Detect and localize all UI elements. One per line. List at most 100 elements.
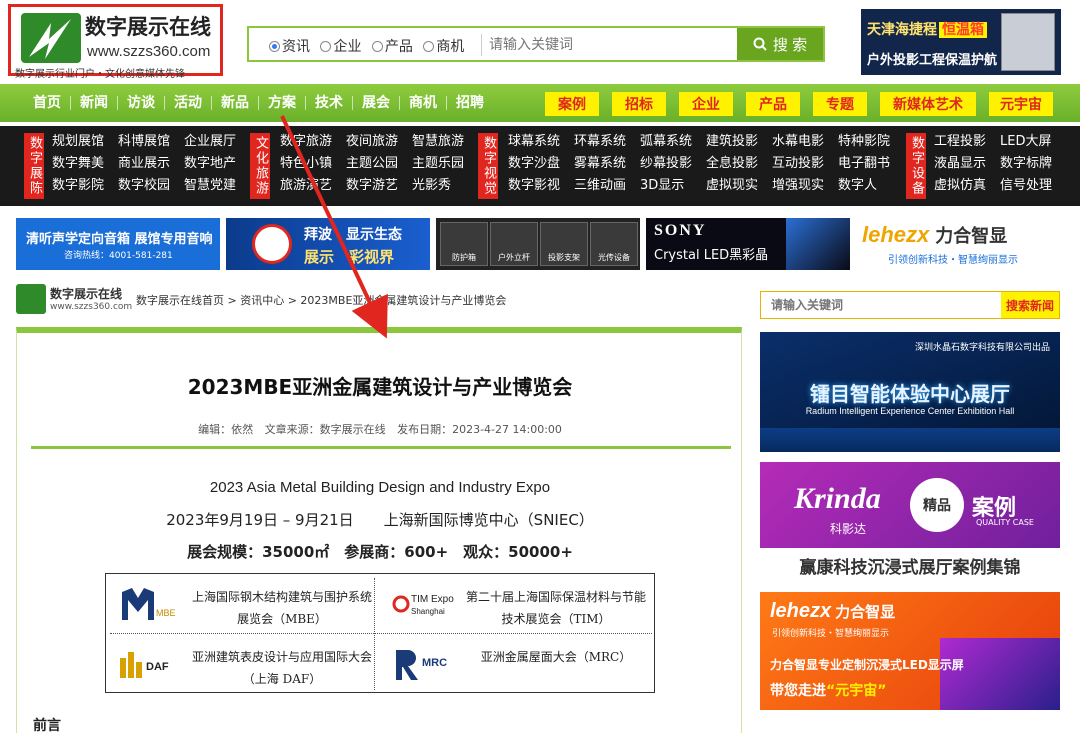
- sidebar-search-input[interactable]: [771, 296, 991, 314]
- sony-screen-image: [786, 218, 850, 270]
- cat-links-digital-visual: 球幕系统 环幕系统 弧幕系统 建筑投影 水幕电影 特种影院数字沙盘 雾幕系统 纱幕投影 全息投影…: [508, 133, 904, 195]
- category-link[interactable]: 纱幕投影: [640, 155, 706, 173]
- nav-hl-cases[interactable]: 案例: [545, 92, 599, 116]
- equip-outdoor-pole: 户外立杆: [490, 222, 538, 266]
- category-link[interactable]: 主题公园: [346, 155, 412, 173]
- nav-item[interactable]: 方案: [259, 96, 306, 110]
- category-link[interactable]: 主题乐园: [412, 155, 478, 173]
- nav-item[interactable]: 新品: [212, 96, 259, 110]
- logo-mark-icon: [16, 284, 46, 314]
- category-link[interactable]: 智慧党建: [184, 177, 250, 195]
- category-link[interactable]: 虚拟仿真: [934, 177, 1000, 195]
- nav-hl-company[interactable]: 企业: [679, 92, 733, 116]
- category-link[interactable]: 旅游演艺: [280, 177, 346, 195]
- search-option-business[interactable]: 商机: [423, 36, 464, 56]
- category-link[interactable]: 液晶显示: [934, 155, 1000, 173]
- category-link[interactable]: 夜间旅游: [346, 133, 412, 151]
- nav-item[interactable]: 访谈: [118, 96, 165, 110]
- category-link[interactable]: 数字旅游: [280, 133, 346, 151]
- category-link[interactable]: 商业展示: [118, 155, 184, 173]
- search-option-product[interactable]: 产品: [371, 36, 413, 56]
- category-link[interactable]: 智慧旅游: [412, 133, 478, 151]
- category-link[interactable]: 弧幕系统: [640, 133, 706, 151]
- site-logo[interactable]: 数字展示在线 www.szzs360.com 数字展示行业门户・文化创意媒体先锋: [8, 4, 223, 80]
- search-button[interactable]: 搜 索: [737, 28, 823, 60]
- nav-item[interactable]: 展会: [353, 96, 400, 110]
- krinda-logo: Krinda: [794, 482, 881, 515]
- category-link[interactable]: 企业展厅: [184, 133, 250, 151]
- search-option-company[interactable]: 企业: [320, 36, 361, 56]
- radium-title-en: Radium Intelligent Experience Center Exh…: [805, 406, 1015, 416]
- category-link[interactable]: 特种影院: [838, 133, 904, 151]
- category-link[interactable]: 数字沙盘: [508, 155, 574, 173]
- search-input[interactable]: [489, 32, 739, 58]
- category-link[interactable]: 光影秀: [412, 177, 478, 195]
- equip-protect-box: 防护箱: [440, 222, 488, 266]
- category-link[interactable]: 球幕系统: [508, 133, 574, 151]
- article-line-scale: 展会规模：35000㎡ 参展商：600+ 观众：50000+: [187, 543, 573, 561]
- svg-text:MBE: MBE: [156, 608, 176, 618]
- banner-lehezx[interactable]: lehezx 力合智显 引领创新科技・智慧绚丽显示: [856, 218, 1066, 270]
- category-link[interactable]: 数字地产: [184, 155, 250, 173]
- nav-hl-metaverse[interactable]: 元宇宙: [989, 92, 1053, 116]
- lehezx-logo: lehezx 力合智显: [862, 222, 1008, 247]
- nav-items: 首页 新闻 访谈 活动 新品 方案 技术 展会 商机 招聘: [24, 84, 493, 122]
- category-link[interactable]: 互动投影: [772, 155, 838, 173]
- sidebar-search-button[interactable]: 搜索新闻: [1001, 292, 1059, 318]
- nav-item[interactable]: 活动: [165, 96, 212, 110]
- cat-tag-digital-device[interactable]: 数字设备: [906, 133, 926, 199]
- nav-item[interactable]: 招聘: [447, 96, 493, 110]
- category-link[interactable]: 3D显示: [640, 177, 706, 195]
- nav-hl-tender[interactable]: 招标: [612, 92, 666, 116]
- category-link[interactable]: 数字标牌: [1000, 155, 1066, 173]
- category-link[interactable]: 数字舞美: [52, 155, 118, 173]
- nav-item[interactable]: 技术: [306, 96, 353, 110]
- nav-item[interactable]: 商机: [400, 96, 447, 110]
- breadcrumb-logo[interactable]: 数字展示在线 www.szzs360.com: [16, 284, 132, 314]
- daf-logo-icon: DAF: [118, 644, 176, 684]
- breadcrumb[interactable]: 数字展示在线首页 > 资讯中心 > 2023MBE亚洲金属建筑设计与产业博览会: [136, 292, 506, 308]
- banner-equipment[interactable]: 防护箱 户外立杆 投影支架 光传设备: [436, 218, 640, 270]
- search-option-news[interactable]: 资讯: [269, 36, 310, 56]
- search-divider: [481, 34, 482, 56]
- cat-tag-digital-visual[interactable]: 数字视觉: [478, 133, 498, 199]
- category-link[interactable]: 数字影院: [52, 177, 118, 195]
- category-link[interactable]: 数字影视: [508, 177, 574, 195]
- nav-hl-topic[interactable]: 专题: [813, 92, 867, 116]
- cat-tag-digital-exhibit[interactable]: 数字展陈: [24, 133, 44, 199]
- sidebar-ad-lehezx[interactable]: lehezx 力合智显 引领创新科技・智慧绚丽显示 力合智显专业定制沉浸式LED显…: [760, 592, 1060, 710]
- sidebar-ad-radium[interactable]: 深圳水晶石数字科技有限公司出品 镭目智能体验中心展厅 Radium Intell…: [760, 332, 1060, 452]
- category-link[interactable]: 雾幕系统: [574, 155, 640, 173]
- category-link[interactable]: 特色小镇: [280, 155, 346, 173]
- category-link[interactable]: 电子翻书: [838, 155, 904, 173]
- category-link[interactable]: 全息投影: [706, 155, 772, 173]
- category-link[interactable]: 信号处理: [1000, 177, 1066, 195]
- category-link[interactable]: 水幕电影: [772, 133, 838, 151]
- category-link[interactable]: 建筑投影: [706, 133, 772, 151]
- category-link[interactable]: 增强现实: [772, 177, 838, 195]
- category-link[interactable]: 数字校园: [118, 177, 184, 195]
- top-ad-banner[interactable]: 天津海捷程 恒温箱 户外投影工程保温护航: [861, 9, 1061, 75]
- category-link[interactable]: LED大屏: [1000, 133, 1066, 151]
- nav-hl-product[interactable]: 产品: [746, 92, 800, 116]
- radio-icon: [320, 41, 332, 52]
- category-link[interactable]: 规划展馆: [52, 133, 118, 151]
- nav-item[interactable]: 新闻: [71, 96, 118, 110]
- category-link[interactable]: 科博展馆: [118, 133, 184, 151]
- category-link[interactable]: 数字人: [838, 177, 904, 195]
- sidebar-ad-krinda[interactable]: Krinda 科影达 精品 案例 QUALITY CASE 赢康科技沉浸式展厅案…: [760, 462, 1060, 582]
- category-link[interactable]: 工程投影: [934, 133, 1000, 151]
- nav-hl-newmedia[interactable]: 新媒体艺术: [880, 92, 976, 116]
- category-link[interactable]: 三维动画: [574, 177, 640, 195]
- table-divider-h: [110, 633, 652, 634]
- cat-tag-culture-tourism[interactable]: 文化旅游: [250, 133, 270, 199]
- category-link[interactable]: 虚拟现实: [706, 177, 772, 195]
- banner-audio[interactable]: 清听声学定向音箱 展馆专用音响 咨询热线：4001-581-281: [16, 218, 220, 270]
- banner-display-ecology[interactable]: 拜波 显示生态 展示 彩视界: [226, 218, 430, 270]
- article-meta: 编辑：依然 文章来源：数字展示在线 发布日期：2023-4-27 14:00:0…: [17, 421, 743, 437]
- category-link[interactable]: 数字游艺: [346, 177, 412, 195]
- nav-item[interactable]: 首页: [24, 96, 71, 110]
- category-link[interactable]: 环幕系统: [574, 133, 640, 151]
- banner-sony[interactable]: SONY Crystal LED黑彩晶: [646, 218, 850, 270]
- radium-producer: 深圳水晶石数字科技有限公司出品: [914, 343, 1050, 353]
